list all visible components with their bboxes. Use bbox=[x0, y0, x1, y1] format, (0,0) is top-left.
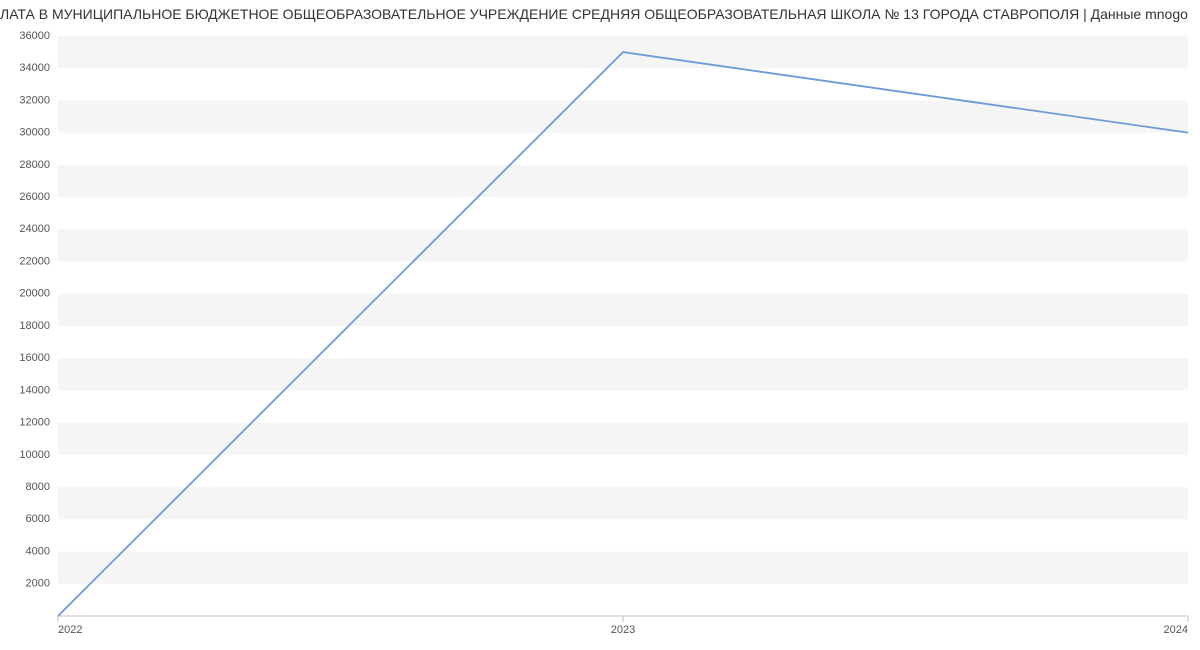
y-tick-label: 34000 bbox=[19, 62, 50, 74]
line-chart: 2000 4000 6000 8000 10000 12000 14000 16000 1800… bbox=[0, 26, 1200, 646]
y-tick-label: 4000 bbox=[26, 545, 50, 557]
y-tick-label: 2000 bbox=[26, 578, 50, 590]
y-tick-label: 30000 bbox=[19, 127, 50, 139]
chart-area: 2000 4000 6000 8000 10000 12000 14000 16000 1800… bbox=[0, 26, 1200, 646]
grid-band bbox=[58, 229, 1188, 261]
y-tick-label: 20000 bbox=[19, 288, 50, 300]
grid-band bbox=[58, 423, 1188, 455]
x-tick-label: 2023 bbox=[611, 624, 635, 636]
grid-band bbox=[58, 165, 1188, 197]
y-tick-label: 26000 bbox=[19, 191, 50, 203]
chart-title: ЛАТА В МУНИЦИПАЛЬНОЕ БЮДЖЕТНОЕ ОБЩЕОБРАЗ… bbox=[0, 0, 1200, 26]
y-tick-label: 18000 bbox=[19, 320, 50, 332]
y-tick-label: 8000 bbox=[26, 481, 50, 493]
y-tick-label: 10000 bbox=[19, 449, 50, 461]
y-tick-label: 14000 bbox=[19, 384, 50, 396]
y-tick-label: 32000 bbox=[19, 94, 50, 106]
grid-band bbox=[58, 358, 1188, 390]
y-tick-label: 28000 bbox=[19, 159, 50, 171]
y-tick-label: 24000 bbox=[19, 223, 50, 235]
grid-band bbox=[58, 294, 1188, 326]
x-tick-label: 2022 bbox=[58, 624, 82, 636]
y-tick-label: 36000 bbox=[19, 30, 50, 42]
y-tick-label: 22000 bbox=[19, 255, 50, 267]
grid-band bbox=[58, 100, 1188, 132]
x-tick-label: 2024 bbox=[1164, 624, 1188, 636]
series-line bbox=[58, 52, 1188, 616]
y-tick-label: 6000 bbox=[26, 513, 50, 525]
y-tick-label: 12000 bbox=[19, 417, 50, 429]
grid-band bbox=[58, 552, 1188, 584]
y-tick-label: 16000 bbox=[19, 352, 50, 364]
grid-band bbox=[58, 487, 1188, 519]
